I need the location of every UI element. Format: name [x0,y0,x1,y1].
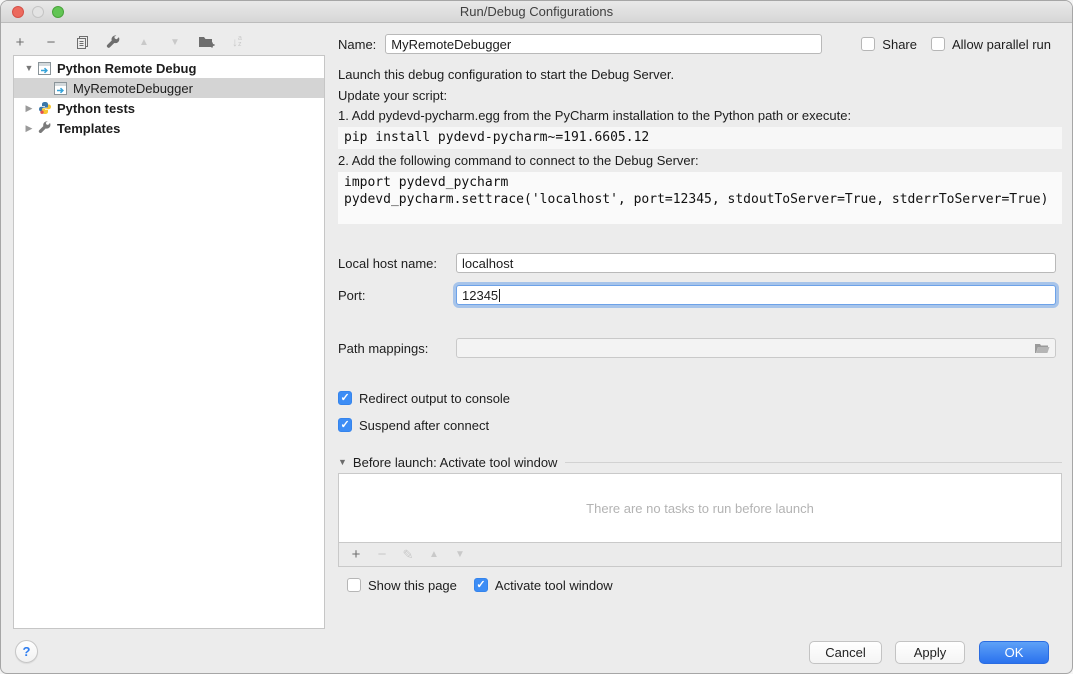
allow-parallel-run-checkbox[interactable] [931,37,945,51]
expand-collapse-icon[interactable]: ▼ [22,63,36,73]
edit-templates-icon[interactable] [104,33,122,51]
intro-text: Launch this debug configuration to start… [338,66,1062,84]
python-tests-icon [38,101,53,115]
tree-item-label: MyRemoteDebugger [73,81,193,96]
name-input[interactable]: MyRemoteDebugger [385,34,822,54]
before-launch-toolbar: + − ✎ ▲ ▼ [338,542,1062,567]
name-label: Name: [338,37,376,52]
apply-button[interactable]: Apply [895,641,965,664]
add-task-icon[interactable]: + [349,546,363,564]
expand-collapse-icon[interactable]: ▶ [22,123,36,134]
remote-debug-config-icon [38,61,53,75]
move-task-up-icon: ▲ [427,546,441,564]
tree-item-myremotedebugger[interactable]: MyRemoteDebugger [14,78,324,98]
redirect-output-label: Redirect output to console [359,391,510,406]
sort-configurations-icon: ↓ az [228,33,246,51]
tree-item-label: Python Remote Debug [57,61,196,76]
window-title: Run/Debug Configurations [460,4,613,19]
empty-tasks-text: There are no tasks to run before launch [586,501,814,516]
before-launch-title: Before launch: Activate tool window [353,455,558,470]
cancel-button[interactable]: Cancel [809,641,882,664]
new-folder-icon[interactable] [197,33,215,51]
move-up-icon: ▲ [135,33,153,51]
share-label: Share [882,37,917,52]
edit-task-icon: ✎ [401,546,415,564]
move-down-icon: ▼ [166,33,184,51]
settrace-code: import pydevd_pycharmpydevd_pycharm.sett… [338,172,1062,224]
remove-task-icon: − [375,546,389,564]
help-icon: ? [23,644,31,659]
help-button[interactable]: ? [15,640,38,663]
port-value: 12345 [462,288,498,303]
suspend-after-connect-checkbox[interactable] [338,418,352,432]
port-input[interactable]: 12345 [456,285,1056,305]
close-window-button[interactable] [12,6,24,18]
expand-collapse-icon[interactable]: ▶ [22,103,36,114]
before-launch-header[interactable]: ▼ Before launch: Activate tool window [338,453,1062,471]
pip-install-code: pip install pydevd-pycharm~=191.6605.12 [338,127,1062,149]
tree-item-label: Python tests [57,101,135,116]
remote-debug-config-icon [54,81,69,95]
allow-parallel-run-label: Allow parallel run [952,37,1051,52]
tree-item-python-tests[interactable]: ▶ Python tests [14,98,324,118]
collapse-section-icon[interactable]: ▼ [338,457,347,467]
configuration-form: Name: MyRemoteDebugger Share Allow paral… [338,23,1062,639]
activate-tool-window-checkbox[interactable] [474,578,488,592]
show-this-page-label: Show this page [368,578,457,593]
redirect-output-checkbox[interactable] [338,391,352,405]
tree-item-templates[interactable]: ▶ Templates [14,118,324,138]
tree-item-python-remote-debug[interactable]: ▼ Python Remote Debug [14,58,324,78]
ok-button[interactable]: OK [979,641,1049,664]
path-mappings-input[interactable] [456,338,1056,358]
copy-configuration-icon[interactable] [73,33,91,51]
tree-item-label: Templates [57,121,120,136]
update-script-text: Update your script: [338,87,1062,105]
local-host-name-input[interactable]: localhost [456,253,1056,273]
step2-text: 2. Add the following command to connect … [338,152,1062,170]
code-line-2: pydevd_pycharm.settrace('localhost', por… [344,191,1056,208]
move-task-down-icon: ▼ [453,546,467,564]
run-debug-configurations-dialog: Run/Debug Configurations + − ▲ ▼ ↓ az ▼ … [0,0,1073,674]
add-configuration-icon[interactable]: + [11,33,29,51]
templates-wrench-icon [38,121,53,135]
browse-folder-icon[interactable] [1034,342,1050,355]
window-controls [12,6,64,18]
title-bar[interactable]: Run/Debug Configurations [1,1,1072,23]
path-mappings-label: Path mappings: [338,341,428,356]
port-label: Port: [338,288,365,303]
zoom-window-button[interactable] [52,6,64,18]
text-caret [499,289,500,302]
remove-configuration-icon[interactable]: − [42,33,60,51]
name-value: MyRemoteDebugger [391,37,511,52]
code-line-1: import pydevd_pycharm [344,174,1056,191]
step1-text: 1. Add pydevd-pycharm.egg from the PyCha… [338,107,1062,125]
configurations-tree: ▼ Python Remote Debug MyRemoteDebugger ▶… [13,55,325,629]
configurations-toolbar: + − ▲ ▼ ↓ az [11,29,246,55]
section-divider [565,462,1062,463]
show-this-page-checkbox[interactable] [347,578,361,592]
suspend-after-connect-label: Suspend after connect [359,418,489,433]
local-host-name-label: Local host name: [338,256,437,271]
minimize-window-button [32,6,44,18]
share-checkbox[interactable] [861,37,875,51]
activate-tool-window-label: Activate tool window [495,578,613,593]
before-launch-task-list[interactable]: There are no tasks to run before launch [338,473,1062,543]
local-host-name-value: localhost [462,256,513,271]
